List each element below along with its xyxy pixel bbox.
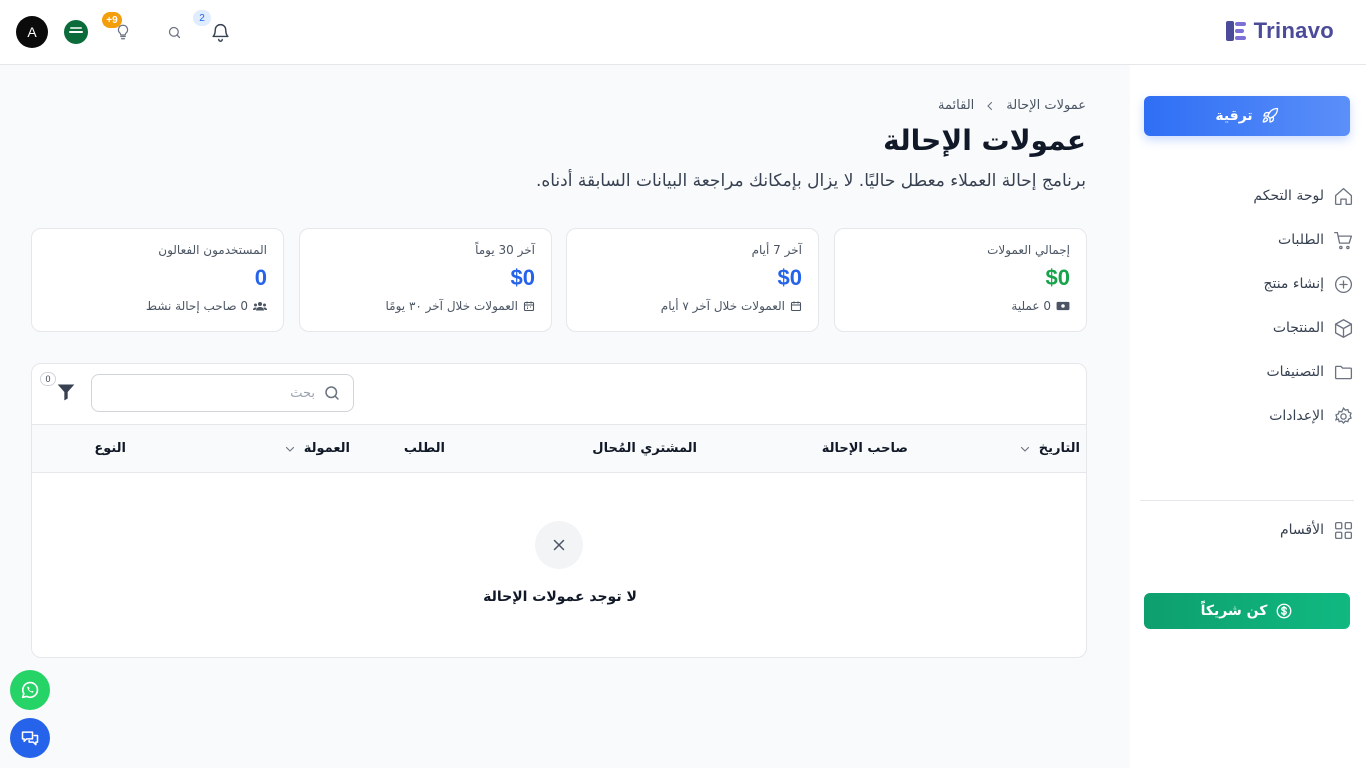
sidebar-item-label: الإعدادات — [1269, 408, 1324, 424]
stat-subtext: العمولات خلال آخر ٣٠ يومًا — [316, 299, 535, 313]
grid-icon — [1332, 519, 1354, 541]
sidebar-item-categories[interactable]: التصنيفات — [1234, 358, 1354, 386]
become-partner-button[interactable]: كن شريكاً — [1144, 593, 1350, 629]
stat-label: إجمالي العمولات — [987, 243, 1070, 257]
folder-icon — [1332, 361, 1354, 383]
sidebar-item-create-product[interactable]: إنشاء منتج — [1234, 270, 1354, 298]
stat-value: $0 — [510, 265, 535, 290]
users-icon — [253, 302, 267, 311]
column-order: الطلب — [403, 441, 445, 456]
stat-subtext: العمولات خلال آخر ٧ أيام — [583, 299, 802, 313]
stat-value: $0 — [1045, 265, 1070, 290]
search-icon[interactable] — [164, 22, 184, 42]
home-icon — [1332, 185, 1354, 207]
cart-icon — [1332, 229, 1354, 251]
sidebar-item-label: الطلبات — [1278, 232, 1324, 248]
calendar-days-icon — [523, 301, 535, 312]
stat-label: آخر 30 يوماً — [475, 243, 535, 257]
breadcrumb: عمولات الإحالة القائمة — [938, 98, 1086, 113]
stat-card-total: إجمالي العمولات $0 0 عملية — [834, 228, 1087, 332]
filter-icon — [57, 384, 75, 401]
money-icon — [1056, 301, 1070, 311]
column-date[interactable]: التاريخ — [1019, 441, 1080, 456]
breadcrumb-parent[interactable]: القائمة — [938, 98, 974, 113]
sidebar: ترقية لوحة التحكم الطلبات إنشاء منتج الم… — [1130, 65, 1366, 768]
chevron-down-icon — [285, 446, 294, 452]
avatar[interactable]: A — [16, 16, 48, 48]
page-description: برنامج إحالة العملاء معطل حاليًا. لا يزا… — [535, 171, 1086, 191]
empty-state-icon — [535, 521, 583, 569]
live-chat-button[interactable] — [10, 718, 50, 758]
whatsapp-icon — [21, 681, 39, 699]
notifications-badge: 2 — [193, 10, 211, 26]
dollar-circle-icon — [1276, 603, 1292, 619]
breadcrumb-current: عمولات الإحالة — [1006, 98, 1086, 113]
saudi-flag-icon[interactable] — [64, 20, 88, 44]
stat-card-active-users: المستخدمون الفعالون 0 0 صاحب إحالة نشط — [31, 228, 284, 332]
chat-bubbles-icon — [21, 731, 39, 746]
upgrade-label: ترقية — [1215, 108, 1253, 124]
search-input[interactable] — [115, 385, 315, 401]
column-referred-buyer: المشتري المُحال — [592, 441, 697, 456]
sidebar-item-sections[interactable]: الأقسام — [1234, 516, 1354, 544]
upgrade-button[interactable]: ترقية — [1144, 96, 1350, 136]
stat-label: المستخدمون الفعالون — [158, 243, 267, 257]
filter-button[interactable] — [56, 382, 78, 404]
stat-card-30-days: آخر 30 يوماً $0 العمولات خلال آخر ٣٠ يوم… — [299, 228, 552, 332]
plus-circle-icon — [1332, 273, 1354, 295]
stat-value: $0 — [777, 265, 802, 290]
close-icon — [553, 539, 565, 551]
logo-mark-icon — [1225, 21, 1246, 41]
sidebar-item-products[interactable]: المنتجات — [1234, 314, 1354, 342]
chevron-left-icon — [987, 101, 993, 110]
partner-label: كن شريكاً — [1200, 603, 1268, 619]
page-title: عمولات الإحالة — [883, 124, 1086, 157]
empty-state-message: لا توجد عمولات الإحالة — [483, 589, 637, 605]
stat-label: آخر 7 أيام — [751, 243, 802, 257]
gear-icon — [1332, 405, 1354, 427]
column-type: النوع — [94, 441, 126, 456]
sidebar-item-label: لوحة التحكم — [1253, 188, 1324, 204]
stat-value: 0 — [254, 265, 267, 290]
sidebar-divider — [1140, 500, 1354, 501]
whatsapp-button[interactable] — [10, 670, 50, 710]
calendar-icon — [790, 301, 802, 312]
sidebar-item-label: المنتجات — [1272, 320, 1324, 336]
sidebar-item-label: التصنيفات — [1266, 364, 1325, 380]
top-header: Trinavo A +9 2 — [0, 0, 1366, 65]
stat-card-7-days: آخر 7 أيام $0 العمولات خلال آخر ٧ أيام — [566, 228, 819, 332]
bell-icon[interactable] — [208, 20, 232, 44]
table-header: التاريخ صاحب الإحالة المشتري المُحال الط… — [32, 424, 1086, 473]
box-icon — [1332, 317, 1354, 339]
sidebar-item-dashboard[interactable]: لوحة التحكم — [1234, 182, 1354, 210]
search-icon — [325, 386, 339, 400]
sidebar-item-label: الأقسام — [1280, 522, 1324, 538]
column-commission[interactable]: العمولة — [284, 441, 350, 456]
chevron-down-icon — [1020, 446, 1029, 452]
search-box[interactable] — [91, 374, 354, 412]
sidebar-item-label: إنشاء منتج — [1263, 276, 1324, 292]
sidebar-item-orders[interactable]: الطلبات — [1234, 226, 1354, 254]
column-referrer: صاحب الإحالة — [821, 441, 908, 456]
sidebar-item-settings[interactable]: الإعدادات — [1234, 402, 1354, 430]
stat-subtext: 0 صاحب إحالة نشط — [48, 299, 267, 313]
brand-logo[interactable]: Trinavo — [1224, 18, 1334, 44]
rocket-icon — [1262, 107, 1278, 123]
referral-commissions-table: 0 التاريخ صاحب الإحالة المشتري المُحال ا… — [31, 363, 1087, 658]
filter-count-badge: 0 — [40, 372, 56, 386]
brand-name: Trinavo — [1253, 18, 1334, 43]
stat-subtext: 0 عملية — [851, 299, 1070, 313]
tips-badge: +9 — [102, 12, 122, 28]
